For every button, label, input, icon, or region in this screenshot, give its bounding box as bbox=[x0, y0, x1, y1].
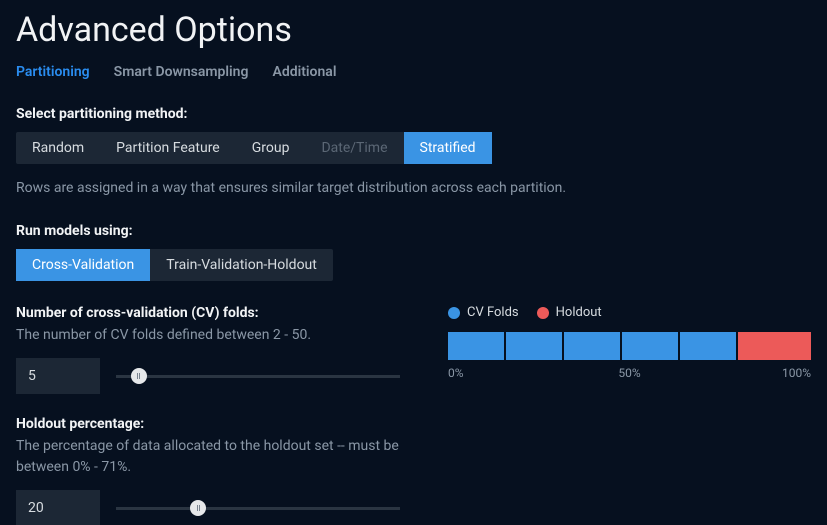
slider-track bbox=[116, 375, 400, 378]
cv-fold-segment bbox=[680, 332, 738, 360]
cv-fold-segment bbox=[622, 332, 680, 360]
axis-tick-100: 100% bbox=[782, 366, 811, 380]
partition-feature-button[interactable]: Partition Feature bbox=[100, 132, 236, 164]
cv-fold-segment bbox=[506, 332, 564, 360]
tab-additional[interactable]: Additional bbox=[272, 64, 336, 80]
holdout-desc: The percentage of data allocated to the … bbox=[16, 436, 400, 478]
tab-partitioning[interactable]: Partitioning bbox=[16, 64, 90, 80]
cv-folds-title: Number of cross-validation (CV) folds: bbox=[16, 305, 400, 321]
cv-fold-segment bbox=[448, 332, 506, 360]
legend-holdout: Holdout bbox=[537, 305, 602, 320]
partition-datetime-button: Date/Time bbox=[305, 132, 403, 164]
partitioning-help-text: Rows are assigned in a way that ensures … bbox=[16, 178, 811, 199]
partitioning-method-label: Select partitioning method: bbox=[16, 106, 811, 122]
holdout-input[interactable] bbox=[16, 490, 100, 525]
cv-folds-input[interactable] bbox=[16, 358, 100, 394]
partition-bar bbox=[448, 332, 811, 360]
holdout-slider[interactable] bbox=[116, 490, 400, 525]
partition-group-button[interactable]: Group bbox=[236, 132, 306, 164]
cv-fold-segment bbox=[564, 332, 622, 360]
legend-cv-folds: CV Folds bbox=[448, 305, 519, 320]
run-models-label: Run models using: bbox=[16, 223, 811, 239]
run-train-validation-holdout-button[interactable]: Train-Validation-Holdout bbox=[150, 249, 333, 281]
holdout-slider-handle[interactable] bbox=[190, 500, 206, 516]
cv-folds-slider[interactable] bbox=[116, 358, 400, 394]
holdout-title: Holdout percentage: bbox=[16, 416, 400, 432]
cv-folds-swatch-icon bbox=[448, 307, 460, 319]
axis-tick-50: 50% bbox=[618, 366, 640, 380]
legend-cv-label: CV Folds bbox=[467, 305, 519, 320]
holdout-swatch-icon bbox=[537, 307, 549, 319]
partition-stratified-button[interactable]: Stratified bbox=[404, 132, 492, 164]
page-title: Advanced Options bbox=[16, 10, 811, 50]
tab-smart-downsampling[interactable]: Smart Downsampling bbox=[114, 64, 249, 80]
partitioning-method-group: Random Partition Feature Group Date/Time… bbox=[16, 132, 492, 164]
holdout-field: Holdout percentage: The percentage of da… bbox=[16, 416, 400, 525]
holdout-segment bbox=[738, 332, 811, 360]
legend-holdout-label: Holdout bbox=[556, 305, 602, 320]
partition-legend: CV Folds Holdout bbox=[448, 305, 811, 320]
slider-track bbox=[116, 507, 400, 510]
cv-folds-field: Number of cross-validation (CV) folds: T… bbox=[16, 305, 400, 394]
run-cross-validation-button[interactable]: Cross-Validation bbox=[16, 249, 150, 281]
partition-random-button[interactable]: Random bbox=[16, 132, 100, 164]
cv-folds-desc: The number of CV folds defined between 2… bbox=[16, 325, 400, 346]
partition-axis: 0% 50% 100% bbox=[448, 366, 811, 382]
cv-folds-slider-handle[interactable] bbox=[131, 368, 147, 384]
axis-tick-0: 0% bbox=[448, 366, 464, 380]
run-models-group: Cross-Validation Train-Validation-Holdou… bbox=[16, 249, 333, 281]
tabs: Partitioning Smart Downsampling Addition… bbox=[16, 64, 811, 80]
